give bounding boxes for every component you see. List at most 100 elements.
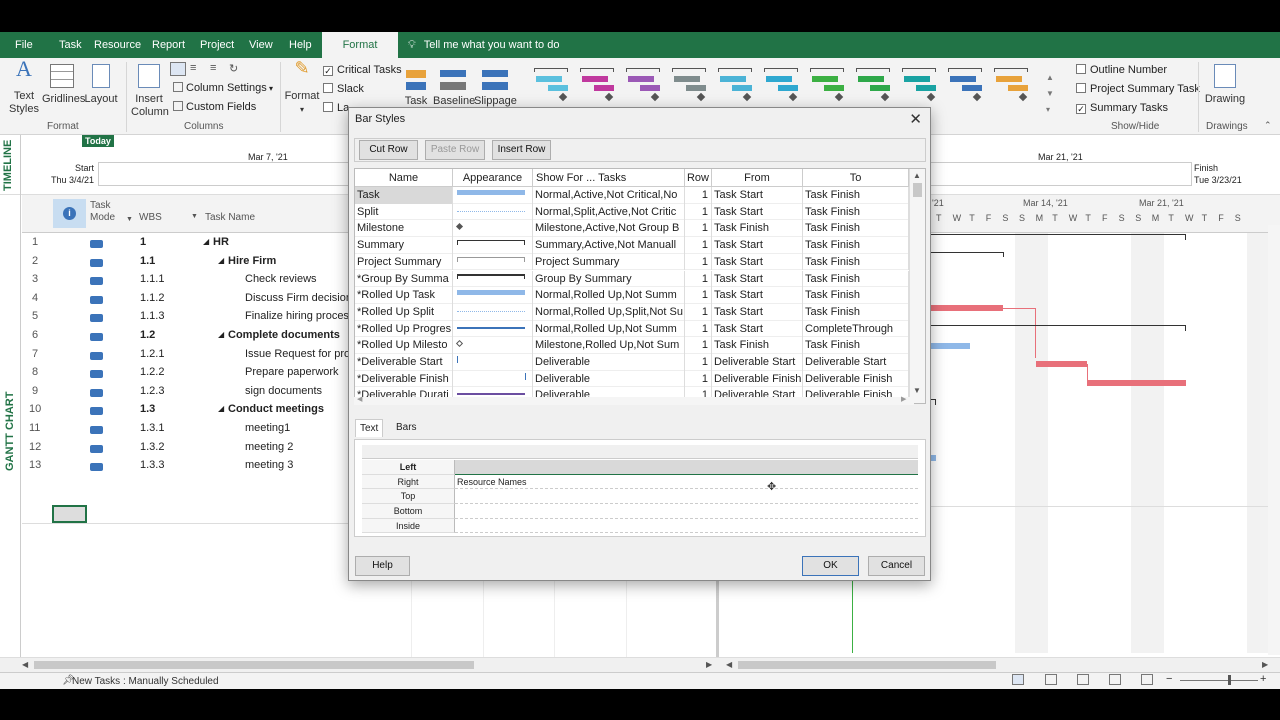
close-icon[interactable]: ✕: [909, 110, 922, 128]
tell-me-search[interactable]: 💡︎ Tell me what you want to do: [408, 32, 559, 58]
bar-style-appearance[interactable]: [453, 187, 533, 204]
report-view-icon[interactable]: [1141, 674, 1153, 685]
bar-style-show-for[interactable]: Normal,Rolled Up,Split,Not Su: [533, 303, 685, 321]
table-horizontal-scrollbar[interactable]: ◀ ▶: [354, 395, 914, 405]
scroll-left-icon[interactable]: ◀: [22, 660, 28, 669]
collapse-ribbon-icon[interactable]: ⌃: [1264, 120, 1272, 131]
bar-style-row-number[interactable]: 1: [685, 354, 712, 371]
tab-text[interactable]: Text: [355, 419, 384, 437]
bar-style-appearance[interactable]: [453, 337, 533, 354]
scroll-left-icon[interactable]: ◀: [726, 660, 732, 669]
bar-style-row-number[interactable]: 1: [685, 370, 712, 388]
task-bar[interactable]: [1036, 361, 1087, 367]
bar-style-to[interactable]: Task Finish: [803, 303, 909, 321]
tab-task[interactable]: Task: [52, 32, 89, 58]
bar-style-row-number[interactable]: 1: [685, 203, 712, 221]
gantt-style-swatch[interactable]: [580, 68, 616, 102]
scroll-thumb[interactable]: [738, 661, 996, 669]
text-position-row[interactable]: Inside: [362, 518, 918, 534]
bar-style-from[interactable]: Deliverable Start: [712, 354, 803, 371]
tab-format[interactable]: Format: [322, 32, 398, 58]
bar-style-row[interactable]: Project Summary Project Summary 1 Task Star…: [355, 253, 909, 271]
collapse-triangle-icon[interactable]: ◢: [218, 330, 224, 339]
baseline-button[interactable]: Baseline: [433, 62, 475, 108]
gantt-style-swatch[interactable]: [672, 68, 708, 102]
gridlines-button[interactable]: Gridlines: [42, 62, 85, 106]
position-value[interactable]: [455, 504, 918, 519]
bar-style-name[interactable]: *Deliverable Start: [355, 354, 453, 371]
scroll-thumb[interactable]: [913, 183, 922, 197]
bar-style-name[interactable]: *Rolled Up Progres: [355, 320, 453, 338]
task-path-button[interactable]: Task: [402, 62, 430, 108]
resource-sheet-view-icon[interactable]: [1109, 674, 1121, 685]
bar-style-row-number[interactable]: 1: [685, 287, 712, 304]
scroll-down-icon[interactable]: ▼: [913, 386, 921, 395]
scroll-up-icon[interactable]: ▲: [913, 171, 921, 180]
bar-style-from[interactable]: Task Start: [712, 203, 803, 221]
bar-style-to[interactable]: Task Finish: [803, 337, 909, 354]
bar-style-appearance[interactable]: [453, 253, 533, 271]
insert-column-button[interactable]: Insert Column: [131, 62, 169, 119]
outline-number-checkbox[interactable]: Outline Number: [1076, 64, 1167, 76]
bar-style-from[interactable]: Task Start: [712, 320, 803, 338]
bar-style-row[interactable]: *Rolled Up Progres Normal,Rolled Up,Not S…: [355, 320, 909, 338]
zoom-slider[interactable]: [1180, 680, 1258, 681]
gantt-style-swatch[interactable]: [994, 68, 1030, 102]
tab-project[interactable]: Project: [193, 32, 241, 58]
bar-style-appearance[interactable]: [453, 270, 533, 288]
bar-style-name[interactable]: *Rolled Up Milesto: [355, 337, 453, 354]
tab-view[interactable]: View: [242, 32, 280, 58]
bar-style-to[interactable]: CompleteThrough: [803, 320, 909, 338]
bar-style-appearance[interactable]: [453, 237, 533, 254]
tab-bars[interactable]: Bars: [392, 419, 421, 437]
tab-report[interactable]: Report: [145, 32, 192, 58]
bar-style-name[interactable]: Split: [355, 203, 453, 221]
bar-style-to[interactable]: Task Finish: [803, 237, 909, 254]
collapse-triangle-icon[interactable]: ◢: [203, 237, 209, 246]
bar-style-from[interactable]: Task Start: [712, 253, 803, 271]
bar-style-to[interactable]: Task Finish: [803, 270, 909, 288]
bar-style-show-for[interactable]: Summary,Active,Not Manuall: [533, 237, 685, 254]
scroll-thumb[interactable]: [34, 661, 474, 669]
bar-style-appearance[interactable]: [453, 287, 533, 304]
late-tasks-checkbox[interactable]: La: [323, 102, 349, 114]
bar-style-to[interactable]: Task Finish: [803, 253, 909, 271]
collapse-triangle-icon[interactable]: ◢: [218, 404, 224, 413]
bar-style-row-number[interactable]: 1: [685, 337, 712, 354]
scroll-left-icon[interactable]: ◀: [357, 395, 362, 403]
ok-button[interactable]: OK: [802, 556, 859, 576]
bar-style-show-for[interactable]: Normal,Split,Active,Not Critic: [533, 203, 685, 221]
position-value[interactable]: Resource Names: [455, 475, 918, 490]
position-value[interactable]: [455, 519, 918, 534]
bar-style-row[interactable]: Task Normal,Active,Not Critical,No 1 Task S…: [355, 187, 909, 204]
bar-style-from[interactable]: Task Start: [712, 287, 803, 304]
summary-bar-hire-firm[interactable]: [930, 252, 1004, 257]
column-settings-button[interactable]: Column Settings ▾: [173, 82, 273, 94]
bar-style-row[interactable]: Milestone Milestone,Active,Not Group B 1 Ta…: [355, 220, 909, 238]
bar-style-row[interactable]: *Rolled Up Split Normal,Rolled Up,Split,N…: [355, 303, 909, 321]
position-value[interactable]: [455, 489, 918, 505]
bar-style-name[interactable]: *Rolled Up Split: [355, 303, 453, 321]
scroll-right-icon[interactable]: ▶: [706, 660, 712, 669]
summary-bar-complete-documents[interactable]: [930, 325, 1186, 331]
summary-bar-hr[interactable]: [930, 234, 1186, 240]
bar-style-from[interactable]: Task Finish: [712, 337, 803, 354]
project-summary-task-checkbox[interactable]: Project Summary Task: [1076, 83, 1200, 95]
bar-style-from[interactable]: Task Start: [712, 187, 803, 204]
bar-style-show-for[interactable]: Milestone,Rolled Up,Not Sum: [533, 337, 685, 354]
vertical-scrollbar[interactable]: [1268, 225, 1280, 655]
bar-style-to[interactable]: Deliverable Finish: [803, 370, 909, 388]
align-center-icon[interactable]: ≡: [190, 62, 196, 74]
tab-resource[interactable]: Resource: [87, 32, 148, 58]
cancel-button[interactable]: Cancel: [868, 556, 925, 576]
gantt-style-swatch[interactable]: [534, 68, 570, 102]
bar-style-row-number[interactable]: 1: [685, 237, 712, 254]
gantt-style-swatch[interactable]: [718, 68, 754, 102]
bar-style-name[interactable]: Project Summary: [355, 253, 453, 271]
bar-style-row[interactable]: Split Normal,Split,Active,Not Critic 1 Task…: [355, 203, 909, 221]
format-button[interactable]: ✎ Format ▾: [284, 59, 320, 116]
tab-help[interactable]: Help: [282, 32, 319, 58]
bar-style-name[interactable]: Milestone: [355, 220, 453, 238]
cut-row-button[interactable]: Cut Row: [359, 140, 418, 160]
layout-button[interactable]: Layout: [84, 62, 118, 106]
